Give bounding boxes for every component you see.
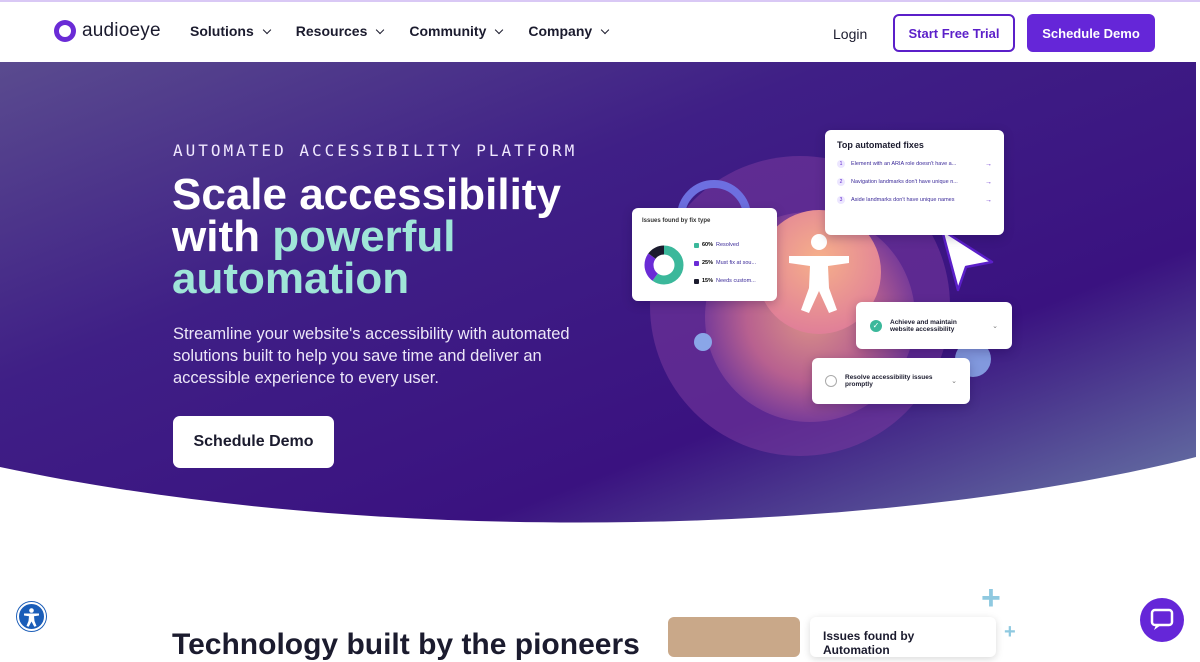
arrow-right-icon: → bbox=[985, 178, 992, 186]
nav-item-label: Community bbox=[409, 23, 487, 39]
card-text: Resolve accessibility issues promptly bbox=[845, 374, 933, 388]
legend-label: Must fix at sou... bbox=[716, 260, 757, 266]
accessibility-icon bbox=[24, 608, 39, 627]
chevron-down-icon bbox=[600, 25, 610, 34]
achieve-card: ✓ Achieve and maintain website accessibi… bbox=[856, 302, 1012, 349]
unchecked-circle-icon bbox=[825, 375, 837, 387]
item-number: 2 bbox=[837, 178, 845, 186]
card-title: Top automated fixes bbox=[837, 140, 924, 150]
list-item: 2 Navigation landmarks don't have unique… bbox=[837, 178, 992, 186]
top-automated-fixes-card: Top automated fixes 1 Element with an AR… bbox=[825, 130, 1004, 235]
legend-pct: 25% bbox=[702, 260, 714, 266]
nav-item-community[interactable]: Community bbox=[409, 23, 504, 39]
chat-button[interactable] bbox=[1140, 598, 1184, 642]
accessibility-menu-button[interactable] bbox=[17, 602, 46, 631]
card-title: Issues found by fix type bbox=[642, 218, 711, 224]
legend-label: Resolved bbox=[716, 242, 739, 248]
legend: 60% Resolved 25% Must fix at sou... 15% … bbox=[694, 242, 774, 284]
legend-item: 15% Needs custom... bbox=[694, 278, 774, 284]
legend-pct: 15% bbox=[702, 278, 714, 284]
item-text: Element with an ARIA role doesn't have a… bbox=[851, 161, 957, 167]
nav-item-label: Solutions bbox=[190, 23, 254, 39]
chat-bubble-icon bbox=[1150, 608, 1174, 630]
donut-chart bbox=[644, 245, 684, 285]
nav-item-solutions[interactable]: Solutions bbox=[190, 23, 272, 39]
legend-label: Needs custom... bbox=[716, 278, 756, 284]
chevron-down-icon bbox=[262, 25, 272, 34]
nav-item-company[interactable]: Company bbox=[528, 23, 610, 39]
item-number: 1 bbox=[837, 160, 845, 168]
hero-headline: Scale accessibility with powerful automa… bbox=[172, 173, 592, 301]
hero-eyebrow: AUTOMATED ACCESSIBILITY PLATFORM bbox=[173, 141, 578, 160]
plus-decoration-icon: + bbox=[1004, 621, 1016, 643]
logo-mark-icon bbox=[54, 20, 76, 42]
chevron-down-icon: ⌄ bbox=[951, 378, 957, 385]
hero-lead-text: Streamline your website's accessibility … bbox=[173, 325, 570, 387]
legend-pct: 60% bbox=[702, 242, 714, 248]
card-text: Achieve and maintain website accessibili… bbox=[890, 318, 957, 333]
check-icon: ✓ bbox=[870, 319, 882, 332]
list-item: 3 Aside landmarks don't have unique name… bbox=[837, 196, 992, 204]
nav-item-resources[interactable]: Resources bbox=[295, 23, 385, 39]
hero-schedule-demo-button[interactable]: Schedule Demo bbox=[173, 416, 334, 468]
start-free-trial-button[interactable]: Start Free Trial bbox=[893, 14, 1015, 52]
item-text: Navigation landmarks don't have unique n… bbox=[851, 179, 958, 185]
plus-decoration-icon: + bbox=[981, 579, 1001, 617]
nav-item-label: Company bbox=[528, 23, 593, 39]
nav-item-label: Resources bbox=[295, 23, 368, 39]
legend-item: 25% Must fix at sou... bbox=[694, 260, 774, 266]
main-nav: Solutions Resources Community Company bbox=[190, 23, 610, 39]
section2-title: Technology built by the pioneers bbox=[172, 628, 640, 661]
legend-item: 60% Resolved bbox=[694, 242, 774, 248]
chevron-down-icon bbox=[495, 25, 504, 34]
issues-by-fix-type-card: Issues found by fix type 60% Resolved 25… bbox=[632, 208, 777, 301]
login-link[interactable]: Login bbox=[833, 26, 867, 42]
chevron-down-icon bbox=[376, 25, 385, 34]
chevron-down-icon: ⌄ bbox=[992, 322, 998, 330]
schedule-demo-button[interactable]: Schedule Demo bbox=[1027, 14, 1155, 52]
logo-text: audioeye bbox=[82, 20, 161, 41]
resolve-card: Resolve accessibility issues promptly ⌄ bbox=[812, 358, 970, 404]
audioeye-logo[interactable]: audioeye bbox=[54, 20, 161, 42]
item-number: 3 bbox=[837, 196, 845, 204]
issues-automation-card: Issues found by Automation bbox=[810, 617, 996, 657]
arrow-right-icon: → bbox=[985, 196, 992, 204]
list-item: 1 Element with an ARIA role doesn't have… bbox=[837, 160, 992, 168]
photo-thumbnail bbox=[668, 617, 800, 657]
top-navigation-bar: audioeye Solutions Resources Community C… bbox=[0, 0, 1200, 62]
arrow-right-icon: → bbox=[985, 160, 992, 168]
hero-section: AUTOMATED ACCESSIBILITY PLATFORM Scale a… bbox=[0, 62, 1196, 532]
item-text: Aside landmarks don't have unique names bbox=[851, 197, 955, 203]
